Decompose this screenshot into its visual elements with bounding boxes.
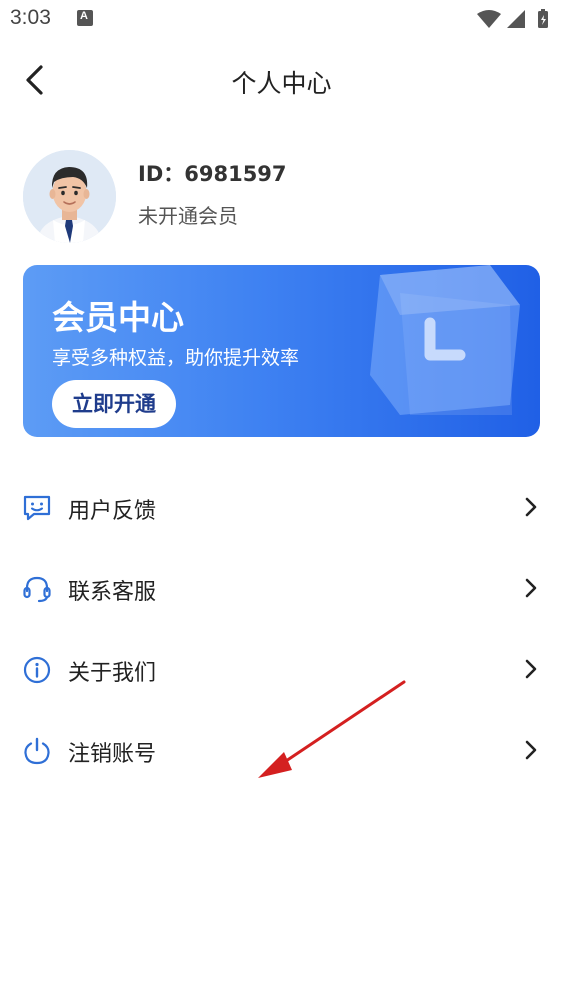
status-time: 3:03 xyxy=(10,6,51,29)
signal-icon xyxy=(507,10,525,28)
feedback-icon xyxy=(23,495,51,521)
banner-title: 会员中心 xyxy=(52,298,184,337)
chevron-right-icon xyxy=(525,659,537,679)
menu-item-feedback[interactable]: 用户反馈 xyxy=(0,467,563,547)
wifi-icon xyxy=(477,10,501,28)
chevron-right-icon xyxy=(525,497,537,517)
status-bar: 3:03 A xyxy=(0,0,563,40)
menu-label-customer-service: 联系客服 xyxy=(68,580,157,605)
membership-decoration-icon xyxy=(370,265,520,415)
menu-label-about-us: 关于我们 xyxy=(68,661,157,686)
avatar-image xyxy=(23,150,116,243)
page-title: 个人中心 xyxy=(231,69,332,98)
menu-label-feedback: 用户反馈 xyxy=(68,499,157,524)
chevron-right-icon xyxy=(525,578,537,598)
info-icon xyxy=(23,656,51,684)
menu-item-customer-service[interactable]: 联系客服 xyxy=(0,548,563,628)
banner-subtitle: 享受多种权益，助你提升效率 xyxy=(52,347,300,369)
membership-banner[interactable]: 会员中心 享受多种权益，助你提升效率 立即开通 xyxy=(23,265,540,437)
menu-item-delete-account[interactable]: 注销账号 xyxy=(0,710,563,790)
chevron-right-icon xyxy=(525,740,537,760)
menu-label-delete-account: 注销账号 xyxy=(68,742,157,767)
notification-letter: A xyxy=(80,10,88,22)
member-status: 未开通会员 xyxy=(138,204,238,228)
status-icons xyxy=(477,9,548,28)
headset-icon xyxy=(23,576,51,603)
avatar[interactable] xyxy=(23,150,116,243)
activate-membership-button[interactable]: 立即开通 xyxy=(52,380,176,428)
menu-item-about-us[interactable]: 关于我们 xyxy=(0,629,563,709)
user-id: ID：6981597 xyxy=(138,162,287,186)
power-icon xyxy=(24,737,50,765)
notification-icon: A xyxy=(77,10,93,26)
